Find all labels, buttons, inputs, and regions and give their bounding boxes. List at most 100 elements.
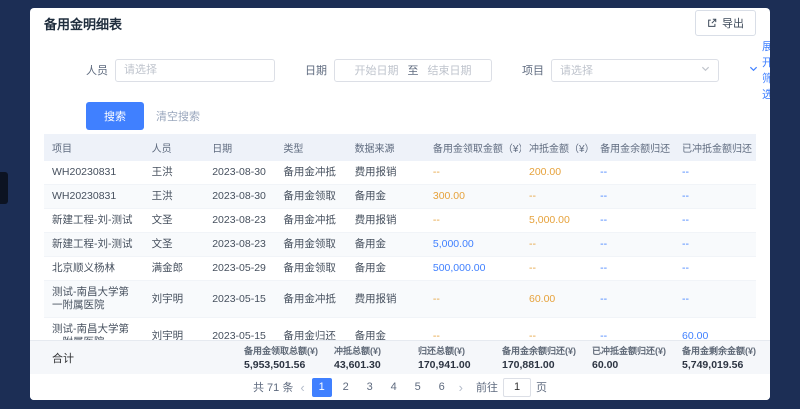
pagination-total-text: 共 71 条 (253, 379, 293, 395)
type-cell: 备用金领取 (275, 185, 346, 209)
table-row[interactable]: 测试-南昌大学第一附属医院刘宇明2023-05-15备用金冲抵费用报销--60.… (44, 281, 756, 318)
amount-cell: -- (674, 233, 756, 257)
summary-item-label: 备用金余额归还(¥) (502, 344, 576, 357)
source-cell: 备用金 (347, 233, 425, 257)
amount-cell: -- (674, 161, 756, 185)
chevron-down-icon (749, 64, 758, 76)
summary-bar: 合计 备用金领取总额(¥)5,953,501.56冲抵总额(¥)43,601.3… (30, 340, 770, 374)
column-header: 数据来源 (347, 134, 425, 161)
table-header-row: 项目人员日期类型数据来源备用金领取金额（¥）冲抵金额（¥）备用金余额归还（¥）已… (44, 134, 756, 161)
export-button[interactable]: 导出 (695, 10, 756, 36)
project-cell: 北京顺义杨林 (44, 257, 144, 281)
summary-item-label: 已冲抵金额归还(¥) (592, 344, 666, 357)
page-button[interactable]: 1 (312, 378, 332, 397)
date-end-placeholder: 结束日期 (428, 62, 472, 78)
amount-cell: 60.00 (674, 318, 756, 341)
panel-header: 备用金明细表 导出 (30, 8, 770, 38)
summary-item: 备用金剩余金额(¥)5,749,019.56 (682, 344, 756, 371)
source-cell: 备用金 (347, 185, 425, 209)
next-page-button[interactable]: › (459, 381, 463, 394)
page-list: 123456 (312, 378, 452, 397)
person-cell: 王洪 (144, 161, 205, 185)
amount-cell: -- (521, 233, 592, 257)
column-header: 人员 (144, 134, 205, 161)
person-cell: 文圣 (144, 233, 205, 257)
amount-cell: -- (425, 209, 521, 233)
page-button[interactable]: 2 (336, 378, 356, 397)
amount-cell: -- (592, 185, 674, 209)
table-row[interactable]: WH20230831王洪2023-08-30备用金领取备用金300.00----… (44, 185, 756, 209)
pagination-bar: 共 71 条 ‹ 123456 › 前往 页 (30, 374, 770, 400)
source-cell: 备用金 (347, 257, 425, 281)
source-cell: 备用金 (347, 318, 425, 341)
summary-item-label: 备用金剩余金额(¥) (682, 344, 756, 357)
amount-cell: -- (521, 318, 592, 341)
amount-cell: -- (592, 233, 674, 257)
summary-item: 归还总额(¥) 170,941.00 (418, 344, 486, 371)
date-filter-group: 日期 开始日期 至 结束日期 (305, 59, 492, 82)
project-filter-group: 项目 请选择 (522, 59, 719, 82)
summary-item: 备用金余额归还(¥) 170,881.00 (502, 344, 576, 371)
page-button[interactable]: 5 (408, 378, 428, 397)
type-cell: 备用金冲抵 (275, 209, 346, 233)
table-row[interactable]: 北京顺义杨林满金郎2023-05-29备用金领取备用金500,000.00---… (44, 257, 756, 281)
drawer-handle[interactable] (0, 172, 8, 204)
summary-total-label: 合计 (52, 350, 74, 366)
project-cell: 测试-南昌大学第一附属医院 (44, 281, 144, 318)
amount-cell: 200.00 (521, 161, 592, 185)
project-filter-select[interactable]: 请选择 (551, 59, 719, 82)
page-button[interactable]: 4 (384, 378, 404, 397)
amount-cell: 60.00 (521, 281, 592, 318)
page-title: 备用金明细表 (44, 14, 122, 33)
page-button[interactable]: 6 (432, 378, 452, 397)
expand-filters-label: 展开筛选 (762, 38, 770, 102)
table-row[interactable]: 测试-南昌大学第一附属医院刘宇明2023-05-15备用金归还备用金------… (44, 318, 756, 341)
date-cell: 2023-05-29 (204, 257, 275, 281)
type-cell: 备用金冲抵 (275, 161, 346, 185)
summary-item-value: 170,941.00 (418, 359, 486, 371)
amount-cell: -- (425, 161, 521, 185)
table-row[interactable]: 新建工程-刘-测试文圣2023-08-23备用金冲抵费用报销--5,000.00… (44, 209, 756, 233)
date-start-placeholder: 开始日期 (355, 62, 399, 78)
column-header: 已冲抵金额归还（¥） (674, 134, 756, 161)
goto-suffix-label: 页 (536, 379, 547, 395)
person-filter-group: 人员 (86, 59, 275, 82)
project-cell: 新建工程-刘-测试 (44, 233, 144, 257)
filter-bar: 人员 日期 开始日期 至 结束日期 项目 请选择 (30, 38, 770, 102)
date-separator: 至 (408, 62, 419, 78)
column-header: 项目 (44, 134, 144, 161)
date-range-picker[interactable]: 开始日期 至 结束日期 (334, 59, 492, 82)
amount-cell: -- (592, 281, 674, 318)
goto-page-group: 前往 页 (476, 378, 547, 397)
project-select-placeholder: 请选择 (560, 62, 593, 78)
goto-page-input[interactable] (503, 378, 531, 397)
expand-filters-link[interactable]: 展开筛选 (749, 38, 770, 102)
project-cell: WH20230831 (44, 161, 144, 185)
amount-cell: -- (521, 257, 592, 281)
table-container: 项目人员日期类型数据来源备用金领取金额（¥）冲抵金额（¥）备用金余额归还（¥）已… (30, 134, 770, 340)
amount-cell: -- (592, 318, 674, 341)
type-cell: 备用金领取 (275, 233, 346, 257)
person-filter-input[interactable] (115, 59, 275, 82)
summary-item-label: 归还总额(¥) (418, 344, 486, 357)
amount-cell: -- (674, 257, 756, 281)
page-button[interactable]: 3 (360, 378, 380, 397)
clear-search-button[interactable]: 清空搜索 (156, 108, 200, 124)
amount-cell: -- (674, 209, 756, 233)
amount-cell: -- (592, 209, 674, 233)
person-cell: 刘宇明 (144, 318, 205, 341)
amount-cell: -- (425, 318, 521, 341)
summary-item-value: 5,953,501.56 (244, 359, 318, 371)
table-row[interactable]: WH20230831王洪2023-08-30备用金冲抵费用报销--200.00-… (44, 161, 756, 185)
summary-item-value: 170,881.00 (502, 359, 576, 371)
amount-cell: 500,000.00 (425, 257, 521, 281)
table-row[interactable]: 新建工程-刘-测试文圣2023-08-23备用金领取备用金5,000.00---… (44, 233, 756, 257)
summary-item-value: 60.00 (592, 359, 666, 371)
amount-cell: -- (592, 257, 674, 281)
amount-cell: -- (425, 281, 521, 318)
source-cell: 费用报销 (347, 281, 425, 318)
prev-page-button[interactable]: ‹ (300, 381, 304, 394)
search-button[interactable]: 搜索 (86, 102, 144, 130)
person-cell: 刘宇明 (144, 281, 205, 318)
amount-cell: 5,000.00 (425, 233, 521, 257)
